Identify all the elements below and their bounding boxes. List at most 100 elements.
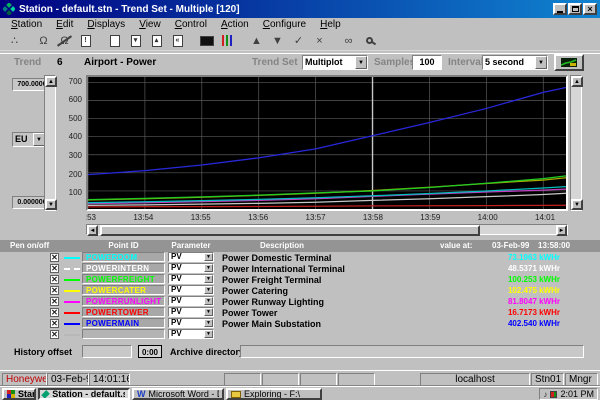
restore-button[interactable]: [568, 3, 582, 15]
raise-icon[interactable]: ▲: [246, 33, 267, 49]
x-tick-label: 13:57: [306, 213, 326, 222]
parameter-select[interactable]: PV▼: [168, 318, 214, 328]
parameter-select[interactable]: PV▼: [168, 285, 214, 295]
y-tick-label: 400: [69, 132, 82, 141]
x-tick-label: 13:59: [420, 213, 440, 222]
task-button-1[interactable]: Station - default.stn -...: [38, 388, 130, 400]
point-id-field[interactable]: POWERFREIGHT: [82, 274, 165, 284]
plot-right-scrollbar[interactable]: ▲ ▼: [570, 75, 582, 211]
start-button[interactable]: Start: [2, 388, 36, 400]
y-scrollbar[interactable]: ▲ ▼: [44, 75, 56, 211]
page-icon[interactable]: [104, 33, 125, 49]
point-id-field[interactable]: POWERDOM: [82, 252, 165, 262]
chevron-down-icon[interactable]: ▼: [204, 308, 213, 316]
archive-directory-field[interactable]: [240, 345, 584, 358]
point-value: 102.475 kWHr: [430, 286, 560, 295]
pen-color-swatch: [64, 334, 80, 336]
alarm-silence-icon[interactable]: Ω: [54, 33, 75, 49]
scroll-left-icon[interactable]: ◄: [87, 225, 98, 236]
menu-edit[interactable]: Edit: [49, 19, 80, 30]
lower-icon[interactable]: ▼: [267, 33, 288, 49]
menu-action[interactable]: Action: [214, 19, 256, 30]
scroll-up-icon[interactable]: ▲: [45, 76, 57, 87]
task-button-2[interactable]: WMicrosoft Word - Document1: [132, 388, 224, 400]
page-back-icon[interactable]: «: [167, 33, 188, 49]
trend-plot[interactable]: [86, 75, 568, 211]
chevron-down-icon[interactable]: ▼: [204, 330, 213, 338]
interval-select[interactable]: 5 second ▼: [482, 55, 548, 70]
minimize-button[interactable]: [553, 3, 567, 15]
pen-checkbox[interactable]: ✕: [50, 275, 59, 284]
speaker-icon[interactable]: ♪: [543, 390, 547, 399]
accept-icon[interactable]: ✓: [288, 33, 309, 49]
pen-checkbox[interactable]: ✕: [50, 253, 59, 262]
alarm-bell-icon[interactable]: Ω: [33, 33, 54, 49]
history-offset-field[interactable]: [82, 345, 132, 358]
parameter-select[interactable]: PV▼: [168, 307, 214, 317]
menu-help[interactable]: Help: [313, 19, 348, 30]
history-offset-label: History offset: [14, 347, 72, 357]
group-display-icon[interactable]: [217, 33, 238, 49]
pen-checkbox[interactable]: ✕: [50, 308, 59, 317]
parameter-select[interactable]: PV▼: [168, 274, 214, 284]
time-scrollbar[interactable]: ◄ ►: [86, 224, 568, 235]
trend-tool-button[interactable]: [554, 54, 584, 71]
scroll-down-icon[interactable]: ▼: [45, 199, 57, 210]
scroll-up-icon[interactable]: ▲: [571, 76, 583, 87]
parameter-select[interactable]: PV▼: [168, 329, 214, 339]
task-button-3[interactable]: Exploring - F:\: [226, 388, 322, 400]
toolbar-separator: [188, 33, 196, 49]
eu-select[interactable]: EU ▼: [12, 132, 46, 147]
point-id-field[interactable]: [82, 329, 165, 339]
parameter-select[interactable]: PV▼: [168, 263, 214, 273]
pen-checkbox[interactable]: ✕: [50, 297, 59, 306]
chevron-down-icon[interactable]: ▼: [355, 56, 367, 69]
point-id-field[interactable]: POWERRUNLIGHT: [82, 296, 165, 306]
point-id-field[interactable]: POWERTOWER: [82, 307, 165, 317]
network-icon[interactable]: ∴: [4, 33, 25, 49]
menu-view[interactable]: View: [132, 19, 168, 30]
pen-checkbox[interactable]: ✕: [50, 330, 59, 339]
page-up-icon[interactable]: ▴: [146, 33, 167, 49]
scrollbar-thumb[interactable]: [100, 225, 480, 236]
header-date: 03-Feb-99: [492, 241, 529, 250]
chevron-down-icon[interactable]: ▼: [204, 264, 213, 272]
scroll-down-icon[interactable]: ▼: [571, 199, 583, 210]
scroll-right-icon[interactable]: ►: [556, 225, 567, 236]
cancel-icon[interactable]: ×: [309, 33, 330, 49]
chevron-down-icon[interactable]: ▼: [204, 297, 213, 305]
menu-control[interactable]: Control: [168, 19, 214, 30]
point-id-field[interactable]: POWERMAIN: [82, 318, 165, 328]
chevron-down-icon[interactable]: ▼: [535, 56, 547, 69]
menu-bar: StationEditDisplaysViewControlActionConf…: [0, 18, 600, 31]
point-id-field[interactable]: POWERCATER: [82, 285, 165, 295]
connect-icon[interactable]: ∞: [338, 33, 359, 49]
interval-label: Interval: [448, 57, 484, 68]
menu-configure[interactable]: Configure: [256, 19, 313, 30]
parameter-select[interactable]: PV▼: [168, 296, 214, 306]
page-down-icon[interactable]: ▾: [125, 33, 146, 49]
menu-station[interactable]: Station: [4, 19, 49, 30]
trend-display-icon[interactable]: [196, 33, 217, 49]
trend-set-select[interactable]: Multiplot ▼: [302, 55, 368, 70]
chevron-down-icon[interactable]: ▼: [204, 286, 213, 294]
chevron-down-icon[interactable]: ▼: [204, 253, 213, 261]
chevron-down-icon[interactable]: ▼: [204, 319, 213, 327]
header-pen: Pen on/off: [10, 241, 49, 250]
menu-displays[interactable]: Displays: [80, 19, 132, 30]
pen-checkbox[interactable]: ✕: [50, 264, 59, 273]
point-value: 81.8047 kWHr: [430, 297, 560, 306]
y-tick-label: 700: [69, 77, 82, 86]
close-button[interactable]: ×: [583, 3, 597, 15]
find-icon[interactable]: [359, 33, 380, 49]
status-host: localhost: [420, 373, 530, 386]
point-id-field[interactable]: POWERINTERN: [82, 263, 165, 273]
parameter-value: PV: [169, 319, 204, 327]
chevron-down-icon[interactable]: ▼: [204, 275, 213, 283]
pen-checkbox[interactable]: ✕: [50, 286, 59, 295]
tray-status-icon[interactable]: [550, 391, 557, 398]
parameter-select[interactable]: PV▼: [168, 252, 214, 262]
pen-checkbox[interactable]: ✕: [50, 319, 59, 328]
samples-input[interactable]: 100: [412, 55, 442, 70]
alarm-page-icon[interactable]: !: [75, 33, 96, 49]
